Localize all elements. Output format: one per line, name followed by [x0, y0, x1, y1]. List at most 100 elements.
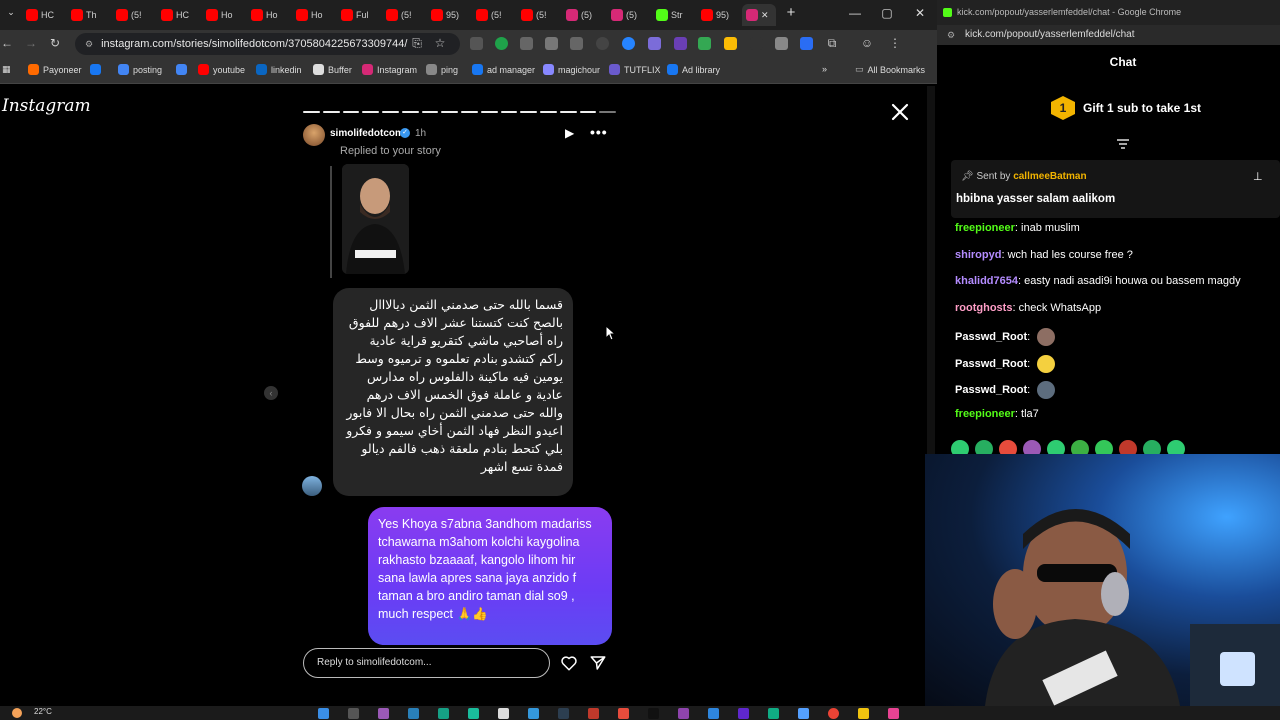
browser-tab[interactable]: (5): [562, 4, 606, 26]
start-button-icon[interactable]: [318, 708, 329, 719]
send-icon[interactable]: [589, 654, 607, 672]
browser-tab[interactable]: Th: [67, 4, 111, 26]
extension-icon[interactable]: [750, 37, 763, 50]
sent-message-bubble[interactable]: Yes Khoya s7abna 3andhom madariss tchawa…: [368, 507, 612, 645]
taskbar-app-icon[interactable]: [768, 708, 779, 719]
bookmark-item[interactable]: Buffer: [313, 64, 352, 75]
chat-message[interactable]: khalidd7654: easty nadi asadi9i houwa ou…: [955, 275, 1241, 287]
all-bookmarks-folder[interactable]: ▭ All Bookmarks: [855, 64, 925, 75]
browser-tab[interactable]: Ful: [337, 4, 381, 26]
browser-tab[interactable]: HC: [157, 4, 201, 26]
extension-icon[interactable]: [775, 37, 788, 50]
sender-avatar[interactable]: [302, 476, 322, 496]
extension-icon[interactable]: [520, 37, 533, 50]
taskbar-app-icon[interactable]: [498, 708, 509, 719]
apps-grid-icon[interactable]: ▦: [2, 64, 11, 75]
site-info-icon[interactable]: ⚙: [85, 39, 93, 50]
taskbar-app-icon[interactable]: [408, 708, 419, 719]
chat-username[interactable]: Passwd_Root: [955, 331, 1027, 343]
extension-icon[interactable]: [648, 37, 661, 50]
received-message-bubble[interactable]: قسما بالله حتى صدمني الثمن ديالااال بالص…: [333, 288, 573, 496]
browser-tab[interactable]: (5!: [517, 4, 561, 26]
chat-username[interactable]: rootghosts: [955, 302, 1012, 314]
chat-url-bar[interactable]: ⚙ kick.com/popout/yasserlemfeddel/chat: [937, 25, 1280, 45]
bookmark-item[interactable]: [176, 64, 191, 75]
install-app-icon[interactable]: ⎘: [410, 36, 424, 50]
minimize-button[interactable]: —: [846, 6, 864, 20]
extension-icon[interactable]: [545, 37, 558, 50]
browser-tab[interactable]: 95): [427, 4, 471, 26]
taskbar-app-icon[interactable]: [348, 708, 359, 719]
chat-message[interactable]: Passwd_Root:: [955, 381, 1056, 399]
taskbar-app-icon[interactable]: [588, 708, 599, 719]
bookmark-item[interactable]: youtube: [198, 64, 245, 75]
back-icon[interactable]: ←: [0, 36, 14, 50]
bookmark-item[interactable]: posting: [118, 64, 162, 75]
taskbar-app-icon[interactable]: [888, 708, 899, 719]
chat-message[interactable]: Passwd_Root:: [955, 328, 1056, 346]
previous-story-arrow-icon[interactable]: ‹: [264, 386, 278, 400]
bookmark-item[interactable]: Ad library: [667, 64, 720, 75]
forward-icon[interactable]: →: [24, 36, 38, 50]
story-author-username[interactable]: simolifedotcom: [330, 128, 404, 139]
browser-tab[interactable]: Str: [652, 4, 696, 26]
reply-input[interactable]: Reply to simolifedotcom...: [303, 648, 550, 678]
chat-username[interactable]: Passwd_Root: [955, 384, 1027, 396]
extension-icon[interactable]: [674, 37, 687, 50]
profile-icon[interactable]: ☺: [860, 36, 874, 50]
bookmark-item[interactable]: magichour: [543, 64, 600, 75]
browser-tab[interactable]: HC: [22, 4, 66, 26]
instagram-logo[interactable]: Instagram: [2, 96, 91, 116]
pinned-message[interactable]: 📌︎ Sent by callmeeBatman ⊥ hbibna yasser…: [951, 160, 1280, 218]
close-story-icon[interactable]: [888, 100, 912, 124]
chat-username[interactable]: shiropyd: [955, 249, 1001, 261]
chat-username[interactable]: khalidd7654: [955, 275, 1018, 287]
maximize-button[interactable]: ▢: [878, 6, 896, 20]
taskbar-app-icon[interactable]: [468, 708, 479, 719]
chat-filter-icon[interactable]: [1117, 139, 1129, 149]
taskbar-app-icon[interactable]: [528, 708, 539, 719]
story-author-avatar[interactable]: [303, 124, 325, 146]
weather-temperature[interactable]: 22°C: [34, 707, 52, 716]
taskbar-app-icon[interactable]: [738, 708, 749, 719]
chat-message[interactable]: rootghosts: check WhatsApp: [955, 302, 1101, 314]
browser-tab[interactable]: (5!: [112, 4, 156, 26]
browser-tab[interactable]: Ho: [247, 4, 291, 26]
new-tab-button[interactable]: +: [782, 4, 800, 21]
extension-icon[interactable]: [470, 37, 483, 50]
extension-icon[interactable]: [724, 37, 737, 50]
chat-message[interactable]: freepioneer: inab muslim: [955, 222, 1080, 234]
bookmark-star-icon[interactable]: ☆: [433, 36, 447, 50]
extensions-puzzle-icon[interactable]: ⧉: [825, 36, 839, 50]
chat-message[interactable]: freepioneer: tla7: [955, 408, 1039, 420]
chat-username[interactable]: freepioneer: [955, 222, 1015, 234]
chat-message[interactable]: shiropyd: wch had les course free ?: [955, 249, 1133, 261]
bookmark-item[interactable]: TUTFLIX: [609, 64, 661, 75]
taskbar-app-icon[interactable]: [558, 708, 569, 719]
extension-icon[interactable]: [800, 37, 813, 50]
bookmark-item[interactable]: ad manager: [472, 64, 535, 75]
close-tab-icon[interactable]: ✕: [761, 10, 769, 21]
browser-tab[interactable]: (5!: [382, 4, 426, 26]
story-thumbnail[interactable]: [342, 164, 409, 274]
bookmark-item[interactable]: ping: [426, 64, 458, 75]
browser-tab[interactable]: Ho: [292, 4, 336, 26]
weather-icon[interactable]: [12, 708, 22, 718]
gift-sub-banner[interactable]: 1 Gift 1 sub to take 1st: [1051, 96, 1201, 120]
menu-kebab-icon[interactable]: ⋮: [888, 36, 902, 50]
close-window-button[interactable]: ✕: [911, 6, 929, 20]
taskbar-app-icon[interactable]: [438, 708, 449, 719]
browser-tab[interactable]: 95): [697, 4, 741, 26]
browser-tab[interactable]: (5): [607, 4, 651, 26]
tab-search-icon[interactable]: ⌄: [2, 7, 20, 18]
extension-icon[interactable]: [596, 37, 609, 50]
taskbar-chrome-icon[interactable]: [828, 708, 839, 719]
unpin-icon[interactable]: ⊥: [1253, 170, 1263, 183]
extension-icon[interactable]: [698, 37, 711, 50]
bookmark-item[interactable]: [90, 64, 105, 75]
site-settings-icon[interactable]: ⚙: [947, 25, 955, 45]
taskbar-app-icon[interactable]: [618, 708, 629, 719]
browser-tab[interactable]: Ho: [202, 4, 246, 26]
extension-icon[interactable]: [495, 37, 508, 50]
taskbar-app-icon[interactable]: [708, 708, 719, 719]
